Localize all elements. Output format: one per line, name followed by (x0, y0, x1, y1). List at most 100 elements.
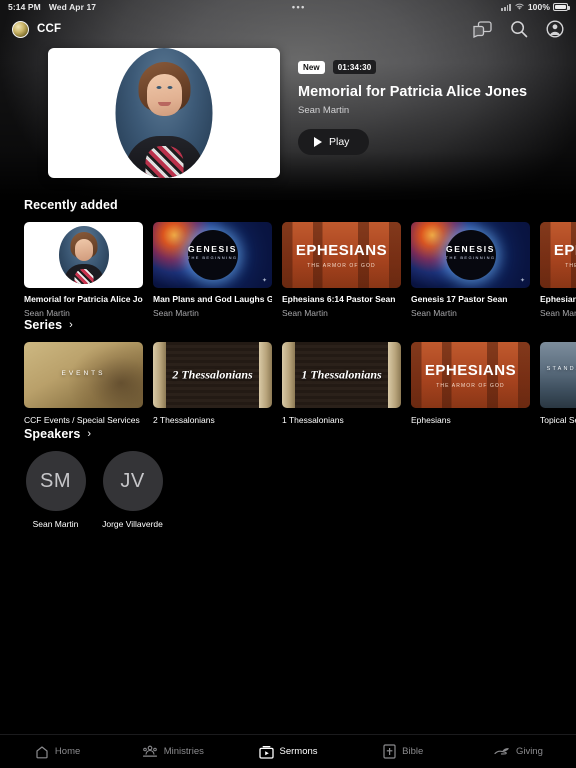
watermark-icon: ✦ (261, 278, 267, 284)
sermon-speaker: Sean Martin (24, 307, 70, 318)
series-row[interactable]: EVENTS CCF Events / Special Services 2 T… (0, 342, 576, 425)
sermon-thumbnail: GENESIS THE BEGINNING ✦ (153, 222, 272, 288)
list-item[interactable]: GENESIS THE BEGINNING ✦ Man Plans and Go… (153, 222, 272, 318)
speakers-section: Speakers › SM Sean Martin JV Jorge Villa… (0, 427, 576, 530)
status-date: Wed Apr 17 (48, 2, 97, 12)
speaker-name: Sean Martin (32, 519, 79, 529)
list-item[interactable]: 1 Thessalonians 1 Thessalonians (282, 342, 401, 425)
sermon-title: Ephesians 6:5-9 Pa (540, 294, 576, 304)
speakers-title: Speakers (24, 427, 81, 441)
bible-icon (383, 744, 396, 759)
featured-thumbnail[interactable] (48, 48, 280, 178)
chevron-right-icon[interactable]: › (69, 319, 73, 331)
recently-added-title: Recently added (24, 198, 118, 212)
list-item[interactable]: JV Jorge Villaverde (101, 451, 164, 530)
recently-added-section: Recently added Memorial for Patricia Ali… (0, 198, 576, 318)
list-item[interactable]: EPHESIANS THE ARMOR OF GOD Ephesians (411, 342, 530, 425)
series-name: 2 Thessalonians (153, 415, 215, 425)
status-bar: 5:14 PM Wed Apr 17 ••• 100% (0, 0, 576, 14)
top-nav-bar: CCF (0, 14, 576, 44)
art-subtitle: THE BEGINNING (187, 255, 238, 260)
tab-ministries[interactable]: Ministries (115, 745, 230, 759)
list-item[interactable]: EVENTS CCF Events / Special Services (24, 342, 143, 425)
search-icon[interactable] (510, 20, 528, 38)
series-thumbnail: STANDALONE SERMONS (540, 342, 576, 408)
tab-label: Home (54, 746, 81, 757)
art-title: GENESIS (188, 244, 237, 254)
series-thumbnail: EPHESIANS THE ARMOR OF GOD (411, 342, 530, 408)
sermon-title: Man Plans and God Laughs G (153, 294, 272, 304)
series-header[interactable]: Series › (0, 318, 576, 332)
tab-bible[interactable]: Bible (346, 744, 461, 759)
avatar: SM (25, 451, 86, 511)
sermon-speaker: Sean Martin (411, 307, 457, 318)
list-item[interactable]: GENESIS THE BEGINNING ✦ Genesis 17 Pasto… (411, 222, 530, 318)
brand[interactable]: CCF (12, 20, 62, 38)
dynamic-island-dots: ••• (291, 2, 306, 12)
sermon-title: Genesis 17 Pastor Sean (411, 294, 508, 304)
tab-label: Giving (515, 746, 543, 757)
sermon-speaker: Sean Martin (540, 307, 576, 318)
chat-icon[interactable] (473, 20, 492, 38)
list-item[interactable]: Memorial for Patricia Alice Jo Sean Mart… (24, 222, 143, 318)
tab-label: Ministries (163, 746, 204, 757)
brand-name: CCF (37, 23, 62, 35)
art-title: EPHESIANS (295, 242, 388, 259)
list-item[interactable]: EPHESIANS THE ARMOR OF GOD Ephesians 6:5… (540, 222, 576, 318)
art-title: 1 Thessalonians (301, 367, 382, 382)
sermon-title: Ephesians 6:14 Pastor Sean (282, 294, 396, 304)
list-item[interactable]: STANDALONE SERMONS Topical Sermons on (540, 342, 576, 425)
series-name: Topical Sermons on (540, 415, 576, 425)
status-bar-left: 5:14 PM Wed Apr 17 (8, 2, 96, 12)
art-subtitle: THE ARMOR OF GOD (565, 263, 576, 269)
ccf-logo-icon (12, 20, 29, 38)
art-subtitle: THE BEGINNING (445, 255, 496, 260)
sermons-icon (258, 745, 274, 759)
profile-icon[interactable] (546, 20, 564, 38)
status-bar-right: 100% (501, 2, 570, 12)
speakers-row[interactable]: SM Sean Martin JV Jorge Villaverde (0, 451, 576, 530)
sermon-thumbnail: EPHESIANS THE ARMOR OF GOD (282, 222, 401, 288)
play-button[interactable]: Play (298, 129, 370, 155)
list-item[interactable]: SM Sean Martin (24, 451, 87, 530)
art-title: EPHESIANS (424, 362, 517, 379)
featured-meta: New 01:34:30 Memorial for Patricia Alice… (298, 48, 527, 178)
sermon-speaker: Sean Martin (153, 307, 199, 318)
giving-icon (494, 748, 509, 755)
app-root: 5:14 PM Wed Apr 17 ••• 100% CCF New 01:3… (0, 0, 576, 768)
series-name: 1 Thessalonians (282, 415, 344, 425)
featured-title: Memorial for Patricia Alice Jones (298, 84, 528, 100)
recently-added-header: Recently added (0, 198, 576, 212)
tab-giving[interactable]: Giving (461, 746, 576, 757)
speakers-header[interactable]: Speakers › (0, 427, 576, 441)
series-title: Series (24, 318, 63, 332)
list-item[interactable]: EPHESIANS THE ARMOR OF GOD Ephesians 6:1… (282, 222, 401, 318)
tab-home[interactable]: Home (0, 745, 115, 759)
bottom-tab-bar: Home Ministries Sermons Bible Giving (0, 734, 576, 768)
recently-added-row[interactable]: Memorial for Patricia Alice Jo Sean Mart… (0, 222, 576, 318)
status-bar-center: ••• (96, 2, 501, 12)
featured-sermon: New 01:34:30 Memorial for Patricia Alice… (0, 48, 576, 178)
art-title: GENESIS (446, 244, 495, 254)
series-name: Ephesians (411, 415, 451, 425)
tab-label: Sermons (279, 746, 318, 757)
duration-badge: 01:34:30 (332, 60, 377, 74)
tab-sermons[interactable]: Sermons (230, 745, 345, 759)
chevron-right-icon[interactable]: › (87, 428, 91, 440)
list-item[interactable]: 2 Thessalonians 2 Thessalonians (153, 342, 272, 425)
art-title: EVENTS (61, 370, 106, 377)
art-subtitle: THE ARMOR OF GOD (307, 263, 376, 269)
series-thumbnail: 2 Thessalonians (153, 342, 272, 408)
wifi-icon (515, 3, 524, 10)
featured-badges: New 01:34:30 (298, 60, 527, 74)
series-section: Series › EVENTS CCF Events / Special Ser… (0, 318, 576, 425)
cellular-signal-icon (501, 3, 511, 11)
tab-label: Bible (402, 746, 424, 757)
status-time: 5:14 PM (8, 2, 41, 12)
new-badge: New (298, 60, 325, 74)
series-thumbnail: EVENTS (24, 342, 143, 408)
speaker-name: Jorge Villaverde (102, 519, 163, 529)
play-button-label: Play (329, 136, 350, 148)
art-title: STANDALONE SERMONS (546, 366, 576, 372)
battery-icon (553, 3, 570, 11)
